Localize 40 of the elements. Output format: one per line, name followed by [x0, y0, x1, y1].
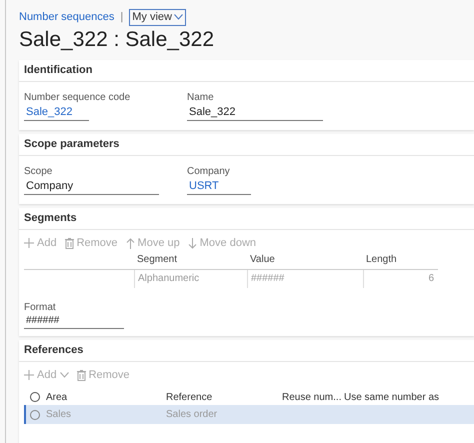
section-header[interactable]: Identification — [24, 62, 92, 79]
breadcrumb-link[interactable]: Number sequences — [19, 8, 114, 26]
chevron-down-icon — [174, 14, 183, 20]
input-field[interactable]: Sale_322 — [24, 104, 89, 121]
table-cell-text: Sales — [46, 408, 72, 422]
page-title: Sale_322 : Sale_322 — [19, 27, 215, 53]
arrow-up-icon — [126, 238, 135, 248]
table-cell: 6 — [363, 270, 438, 288]
column-header[interactable]: Use same number as — [344, 392, 440, 402]
arrow-down-icon — [188, 238, 197, 248]
column-header[interactable]: Reuse num... — [282, 392, 342, 402]
trash-icon — [76, 370, 86, 380]
section-header[interactable]: References — [24, 342, 84, 359]
table-cell: ###### — [247, 270, 363, 288]
section-header[interactable]: Segments — [24, 210, 77, 227]
field-label: Name — [187, 91, 215, 104]
input-field[interactable]: Company — [24, 178, 159, 195]
trash-icon — [64, 238, 74, 248]
select-all-radio[interactable] — [30, 392, 40, 402]
column-header[interactable]: Segment — [134, 252, 247, 267]
input-field[interactable]: ###### — [24, 314, 124, 329]
field-label: Format — [24, 301, 57, 314]
table-cell-text: Sales order — [166, 408, 218, 422]
table-cell: Alphanumeric — [134, 270, 247, 288]
row-radio[interactable] — [30, 410, 40, 420]
column-header[interactable]: Reference — [166, 392, 212, 402]
section-header[interactable]: Scope parameters — [24, 136, 120, 153]
input-field[interactable]: Sale_322 — [187, 104, 323, 121]
field-label: Number sequence code — [24, 91, 132, 104]
input-field[interactable]: USRT — [187, 178, 251, 195]
column-header[interactable]: Area — [46, 392, 68, 402]
plus-icon — [24, 370, 34, 380]
plus-icon — [24, 238, 34, 248]
field-label: Company — [187, 165, 231, 178]
column-header[interactable]: Value — [247, 252, 363, 267]
breadcrumb-separator: | — [120, 10, 124, 25]
field-label: Scope — [24, 165, 54, 178]
chevron-down-icon — [60, 372, 69, 378]
view-menu-button[interactable]: My view — [129, 8, 186, 26]
column-header[interactable]: Length — [363, 252, 438, 267]
